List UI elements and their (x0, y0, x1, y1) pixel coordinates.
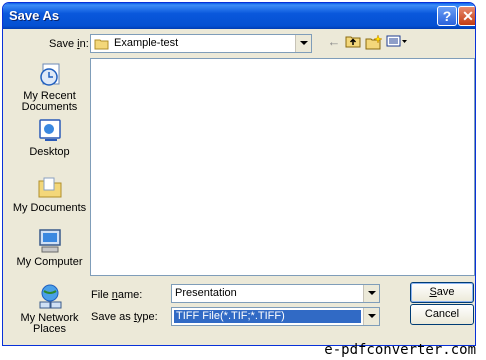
place-my-computer[interactable]: My Computer (8, 227, 91, 268)
place-my-documents[interactable]: My Documents (8, 173, 91, 214)
network-places-icon (39, 284, 61, 309)
place-label: My Network Places (20, 312, 79, 335)
file-name-input[interactable]: Presentation (171, 284, 380, 303)
save-as-type-dropdown[interactable]: TIFF File(*.TIF;*.TIFF) (171, 307, 380, 326)
save-as-type-value: TIFF File(*.TIF;*.TIFF) (174, 310, 361, 323)
file-name-value: Presentation (175, 287, 237, 299)
up-folder-icon[interactable] (344, 34, 362, 50)
folder-icon (94, 39, 109, 50)
recent-documents-icon (39, 63, 59, 86)
chevron-down-icon[interactable] (363, 308, 379, 325)
place-desktop[interactable]: Desktop (8, 117, 91, 158)
desktop-icon (38, 119, 61, 141)
place-label: My Computer (16, 256, 83, 268)
new-folder-icon[interactable] (365, 34, 383, 50)
back-arrow-icon[interactable]: ← (325, 34, 343, 50)
window-title: Save As (9, 8, 60, 23)
file-name-label: File name: (91, 289, 143, 301)
save-as-dialog: Save As ? ✕ Save in: Example-test ← My R… (2, 2, 476, 346)
place-label: My Documents (12, 202, 87, 214)
place-label: My Recent Documents (21, 90, 78, 113)
cancel-button[interactable]: Cancel (410, 304, 474, 325)
title-bar[interactable]: Save As ? ✕ (3, 3, 475, 29)
save-button[interactable]: Save (410, 282, 474, 303)
place-my-recent-documents[interactable]: My Recent Documents (8, 61, 91, 113)
place-my-network-places[interactable]: My Network Places (8, 283, 91, 335)
save-as-type-label: Save as type: (91, 311, 158, 323)
places-bar: My Recent Documents Desktop My Documents (8, 55, 91, 345)
watermark-text: e-pdfconverter.com (324, 342, 476, 358)
save-in-label: Save in: (49, 38, 89, 50)
my-computer-icon (38, 229, 61, 253)
footer-strip: e-pdfconverter.com (0, 342, 486, 360)
help-button[interactable]: ? (437, 6, 457, 26)
save-in-value: Example-test (114, 37, 179, 49)
save-in-dropdown[interactable]: Example-test (90, 34, 312, 53)
file-list-view[interactable] (90, 58, 475, 276)
my-documents-icon (38, 177, 61, 198)
views-menu-icon[interactable] (386, 34, 408, 50)
place-label: Desktop (29, 146, 70, 158)
close-button[interactable]: ✕ (458, 6, 475, 26)
chevron-down-icon[interactable] (295, 35, 311, 52)
chevron-down-icon[interactable] (363, 285, 379, 302)
